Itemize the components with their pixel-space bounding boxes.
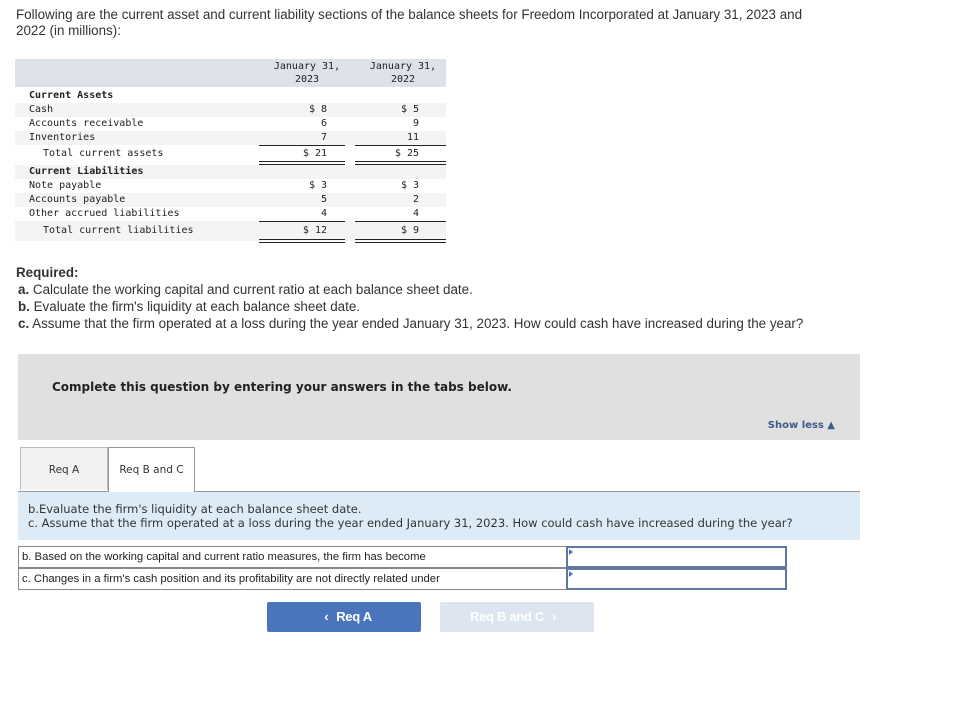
question-box: b.Evaluate the firm's liquidity at each …: [18, 492, 860, 540]
intro-line-1: Following are the current asset and curr…: [16, 7, 803, 22]
answer-prompt-c: c. Changes in a firm's cash position and…: [18, 568, 566, 590]
question-line-b: b.Evaluate the firm's liquidity at each …: [28, 502, 362, 516]
intro-line-2: 2022 (in millions):: [16, 23, 121, 38]
dropdown-flag-icon: [569, 549, 573, 555]
balance-sheet-table: January 31, 2023 January 31, 2022 Curren…: [15, 59, 446, 243]
column-header-2023: January 31, 2023: [273, 61, 341, 85]
table-header: January 31, 2023 January 31, 2022: [15, 59, 446, 87]
required-title: Required:: [16, 265, 79, 280]
total-double-rule: [355, 239, 446, 243]
tab-req-a[interactable]: Req A: [20, 447, 108, 490]
chevron-left-icon: ‹: [324, 609, 329, 624]
table-row: Other accrued liabilities 4 4: [29, 208, 419, 219]
question-line-c: c. Assume that the firm operated at a lo…: [28, 516, 793, 530]
column-header-2022: January 31, 2022: [369, 61, 437, 85]
tab-req-b-and-c[interactable]: Req B and C: [108, 447, 195, 492]
table-row: Cash $ 8 $ 5: [15, 103, 446, 117]
next-req-b-and-c-button[interactable]: Req B and C ›: [440, 602, 594, 632]
required-item-a: a. Calculate the working capital and cur…: [18, 282, 473, 297]
total-row-current-liabilities: Total current liabilities $ 12 $ 9: [15, 221, 446, 243]
dropdown-flag-icon: [569, 571, 573, 577]
show-less-toggle[interactable]: Show less ▲: [768, 420, 835, 431]
answer-row-b: b. Based on the working capital and curr…: [18, 546, 787, 568]
table-row: Inventories 7 11: [15, 131, 446, 145]
instruction-message: Complete this question by entering your …: [52, 380, 512, 394]
total-row-current-assets: Total current assets $ 21 $ 25: [15, 145, 446, 165]
answer-prompt-b: b. Based on the working capital and curr…: [18, 546, 566, 568]
answer-dropdown-c[interactable]: [566, 568, 787, 590]
required-item-b: b. Evaluate the firm's liquidity at each…: [18, 299, 360, 314]
required-item-c: c. Assume that the firm operated at a lo…: [18, 316, 804, 331]
required-section: Required: a. Calculate the working capit…: [16, 264, 803, 332]
table-row: Note payable $ 3 $ 3: [29, 180, 419, 191]
total-double-rule: [259, 239, 345, 243]
instruction-panel: Complete this question by entering your …: [18, 354, 860, 440]
chevron-right-icon: ›: [551, 609, 556, 624]
prev-req-a-button[interactable]: ‹ Req A: [267, 602, 421, 632]
section-heading-current-assets: Current Assets: [29, 90, 114, 101]
problem-intro: Following are the current asset and curr…: [16, 7, 916, 39]
requirement-tabs: Req A Req B and C: [18, 447, 860, 492]
answer-row-c: c. Changes in a firm's cash position and…: [18, 568, 787, 590]
section-heading-current-liabilities: Current Liabilities: [15, 165, 446, 179]
table-row: Accounts receivable 6 9: [29, 118, 419, 129]
answer-dropdown-b[interactable]: [566, 546, 787, 568]
table-row: Accounts payable 5 2: [15, 193, 446, 207]
